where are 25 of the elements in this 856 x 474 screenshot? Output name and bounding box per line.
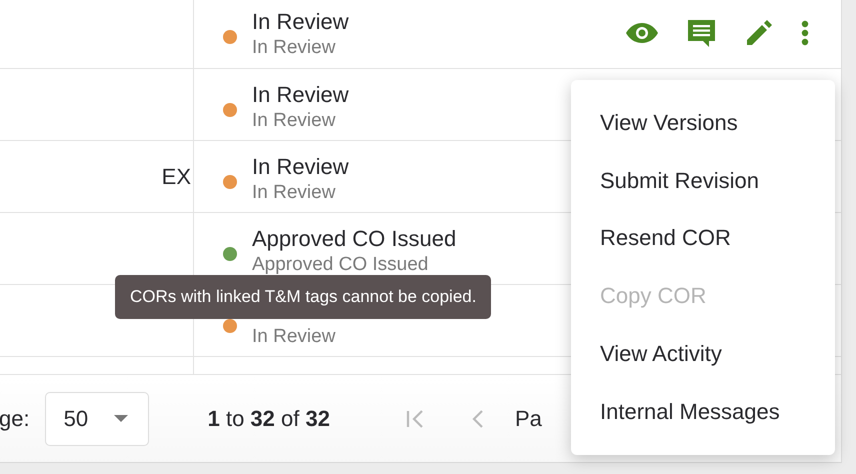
menu-item[interactable]: Submit Revision [571,152,835,210]
status-label: Approved CO Issued [252,224,456,252]
caret-icon [114,415,128,422]
table-cell: EX [162,164,191,190]
status-detail: In Review [252,180,336,204]
menu-item[interactable]: Internal Messages [571,382,835,441]
tooltip: CORs with linked T&M tags cannot be copied. [115,275,492,319]
status-detail: In Review [252,108,336,132]
page-label: Pa [514,406,542,432]
page-size-select[interactable]: 50 [44,392,149,446]
menu-item[interactable]: Resend COR [571,210,835,268]
status-detail: In Review [252,324,336,348]
pencil-icon[interactable] [744,18,774,48]
eye-icon[interactable] [625,22,659,44]
status-label: In Review [252,80,349,108]
status-label: In Review [252,152,349,180]
page-size-label: ge: [0,406,30,432]
comment-icon[interactable] [686,18,717,48]
page-range: 1 to 32 of 32 [208,406,330,432]
status-detail: In Review [252,36,336,60]
menu-item[interactable]: View Activity [571,325,835,383]
menu-item[interactable]: View Versions [571,94,835,152]
status-label: In Review [252,8,349,35]
more-icon[interactable] [801,20,809,46]
status-detail: Approved CO Issued [252,252,430,276]
